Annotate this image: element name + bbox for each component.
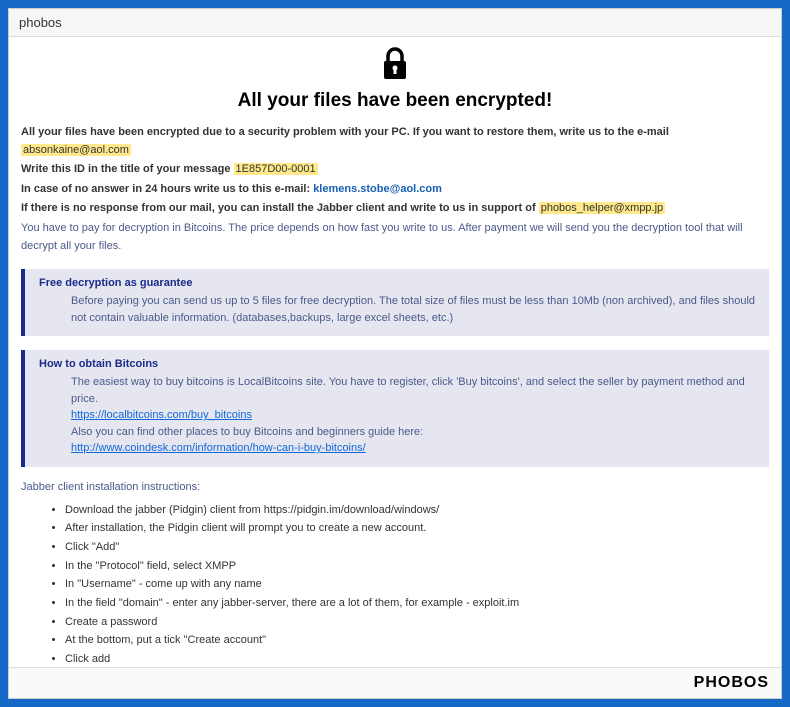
main-heading: All your files have been encrypted! [21, 90, 769, 112]
list-item: Create a password [65, 613, 769, 632]
list-item: After installation, the Pidgin client wi… [65, 519, 769, 538]
content-area[interactable]: All your files have been encrypted! All … [9, 37, 781, 667]
lock-icon [380, 47, 410, 84]
jabber-section-label: Jabber client installation instructions: [21, 481, 769, 493]
email-secondary: klemens.stobe@aol.com [313, 183, 442, 195]
obtain-bitcoins-title: How to obtain Bitcoins [39, 358, 757, 370]
intro-line1: All your files have been encrypted due t… [21, 126, 669, 138]
free-decryption-box: Free decryption as guarantee Before payi… [21, 269, 769, 336]
email-primary: absonkaine@aol.com [21, 144, 131, 156]
list-item: At the bottom, put a tick "Create accoun… [65, 631, 769, 650]
intro-block: All your files have been encrypted due t… [21, 124, 769, 255]
free-decryption-body: Before paying you can send us up to 5 fi… [39, 293, 757, 326]
list-item: In "Username" - come up with any name [65, 575, 769, 594]
list-item: In the "Protocol" field, select XMPP [65, 557, 769, 576]
message-id: 1E857D00-0001 [234, 163, 318, 175]
list-item: Click "Add" [65, 538, 769, 557]
app-window: phobos All your files have been encrypte… [8, 8, 782, 699]
intro-line2: Write this ID in the title of your messa… [21, 163, 230, 175]
jabber-instructions-list: Download the jabber (Pidgin) client from… [21, 501, 769, 667]
window-title: phobos [19, 15, 62, 30]
titlebar: phobos [9, 9, 781, 37]
intro-line4: If there is no response from our mail, y… [21, 202, 536, 214]
intro-line3: In case of no answer in 24 hours write u… [21, 183, 310, 195]
header-section: All your files have been encrypted! [21, 47, 769, 112]
free-decryption-title: Free decryption as guarantee [39, 277, 757, 289]
list-item: In the field "domain" - enter any jabber… [65, 594, 769, 613]
footer: PHOBOS [9, 667, 781, 698]
list-item: Click add [65, 650, 769, 667]
btc-line1: The easiest way to buy bitcoins is Local… [71, 374, 757, 407]
list-item: Download the jabber (Pidgin) client from… [65, 501, 769, 520]
btc-link2[interactable]: http://www.coindesk.com/information/how-… [71, 442, 366, 454]
btc-line2: Also you can find other places to buy Bi… [71, 424, 757, 441]
obtain-bitcoins-box: How to obtain Bitcoins The easiest way t… [21, 350, 769, 467]
jabber-address: phobos_helper@xmpp.jp [539, 202, 665, 214]
brand-logo: PHOBOS [694, 674, 769, 691]
btc-link1[interactable]: https://localbitcoins.com/buy_bitcoins [71, 409, 252, 421]
payment-note: You have to pay for decryption in Bitcoi… [21, 220, 769, 255]
